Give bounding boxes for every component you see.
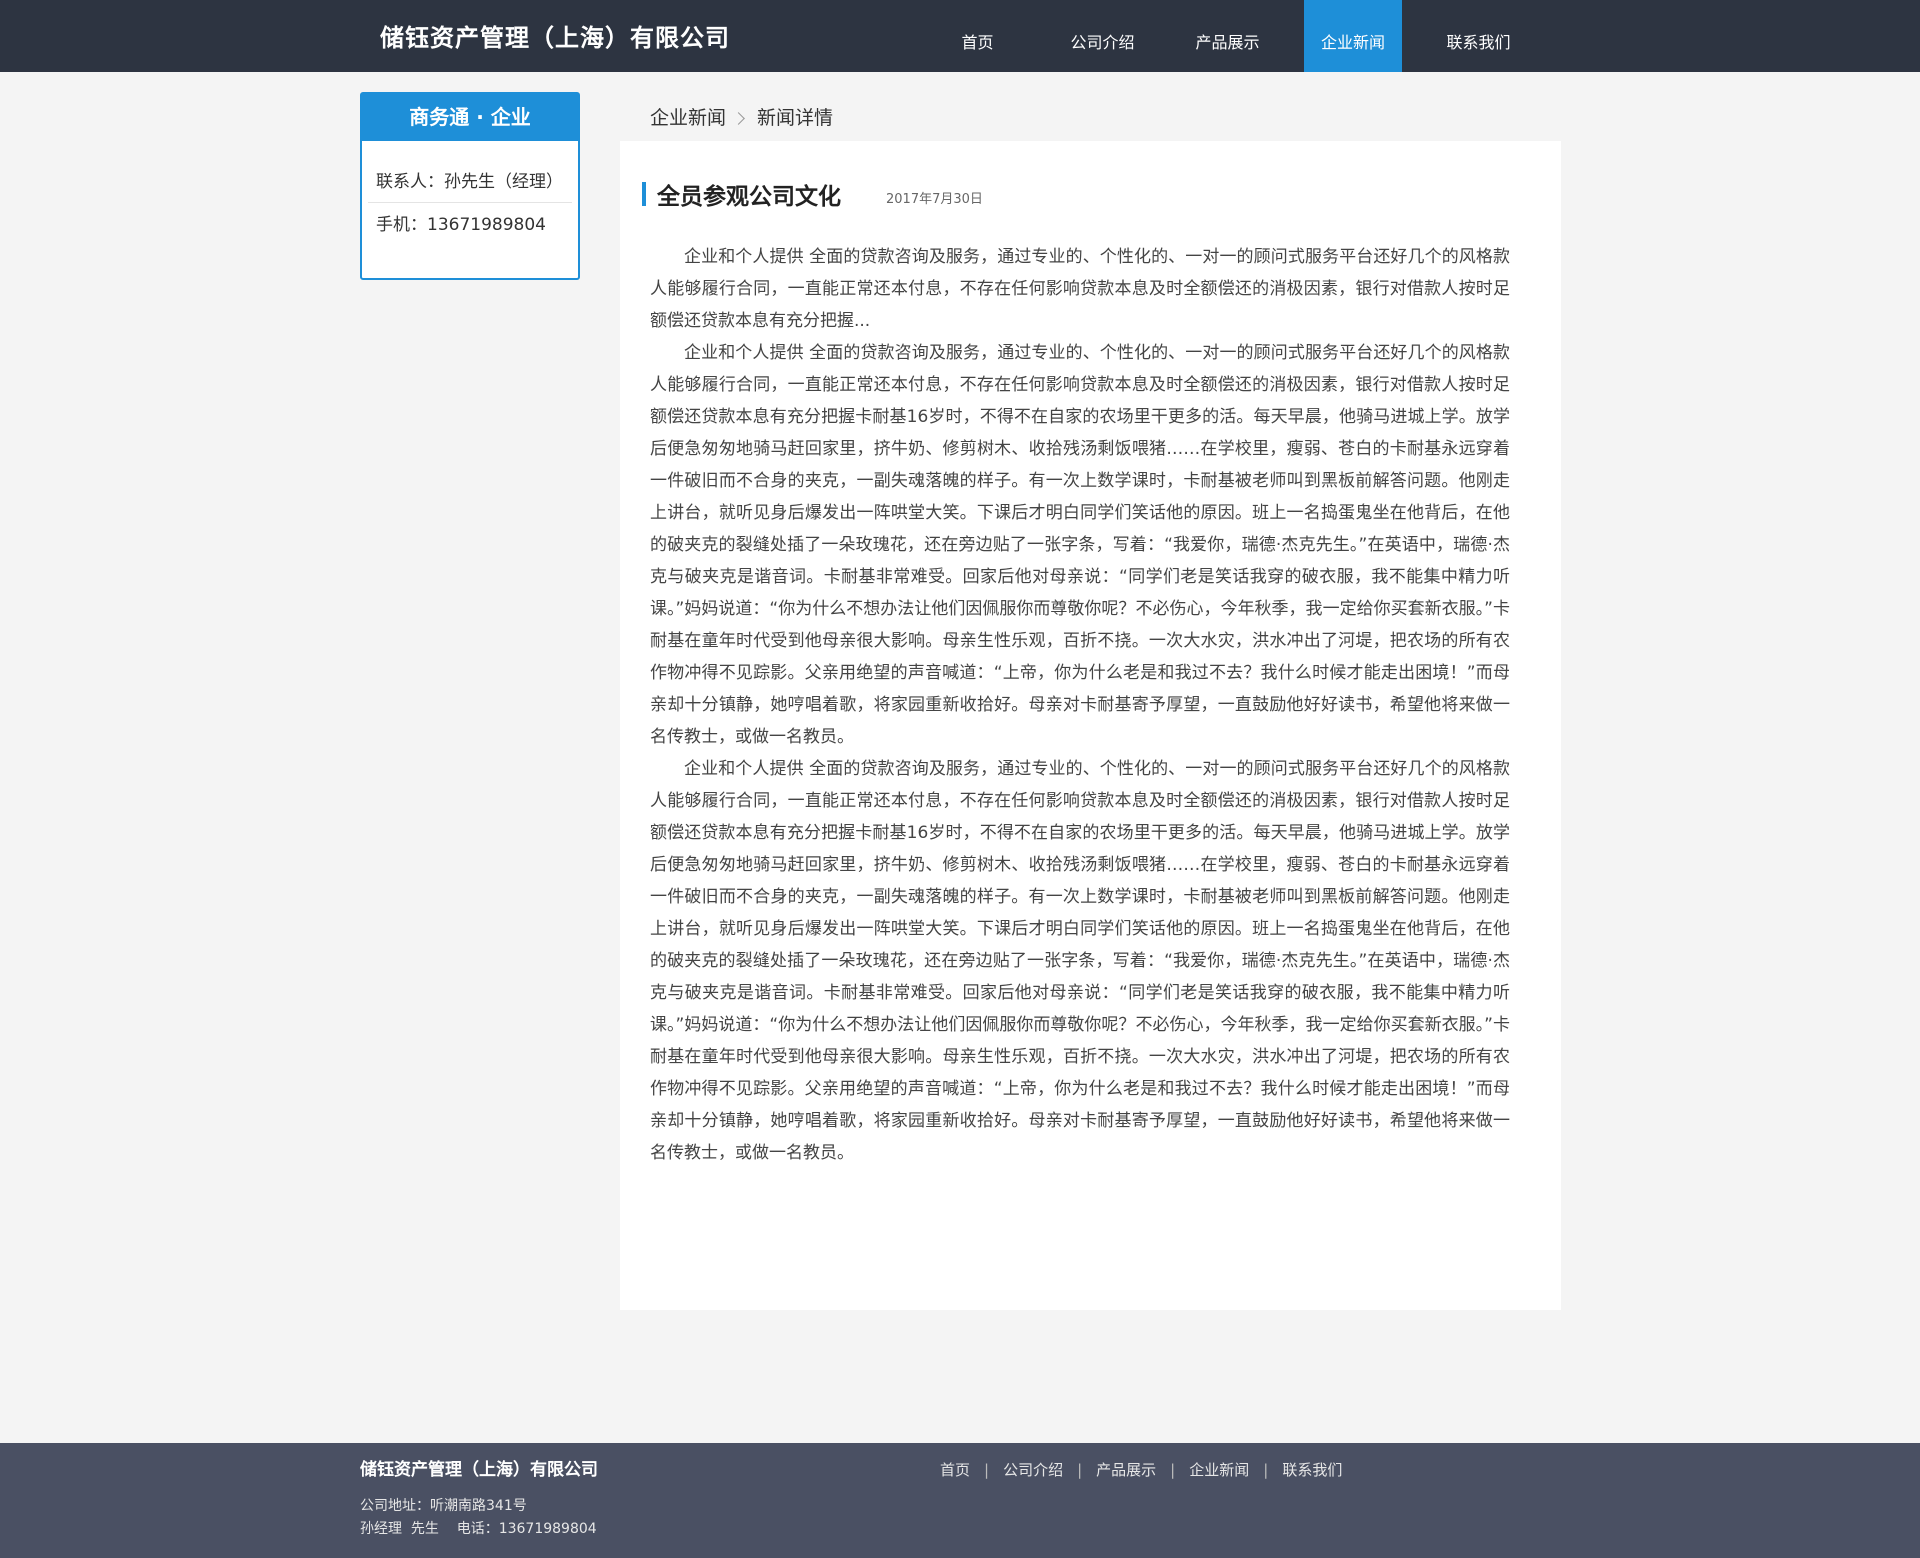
- article-panel: 全员参观公司文化 2017年7月30日 企业和个人提供 全面的贷款咨询及服务，通…: [620, 141, 1561, 1310]
- footer-contact: 孙经理 先生 电话：13671989804: [360, 1521, 597, 1537]
- footer-address: 公司地址：听潮南路341号: [360, 1498, 527, 1514]
- title-accent-bar: [642, 182, 646, 206]
- site-header: 储钰资产管理（上海）有限公司 首页 公司介绍 产品展示 企业新闻 联系我们: [0, 0, 1920, 72]
- footer-company: 储钰资产管理（上海）有限公司: [360, 1460, 598, 1480]
- footer-link-contact[interactable]: 联系我们: [1282, 1459, 1342, 1480]
- article-paragraph: 企业和个人提供 全面的贷款咨询及服务，通过专业的、个性化的、一对一的顾问式服务平…: [650, 247, 1510, 331]
- site-footer: 储钰资产管理（上海）有限公司 公司地址：听潮南路341号 孙经理 先生 电话：1…: [0, 1443, 1920, 1558]
- article-header: 全员参观公司文化 2017年7月30日: [642, 181, 983, 210]
- footer-link-products[interactable]: 产品展示: [1096, 1459, 1156, 1480]
- sidebar-title: 商务通 · 企业: [362, 94, 578, 141]
- footer-separator: |: [1077, 1460, 1083, 1479]
- article-paragraph: 企业和个人提供 全面的贷款咨询及服务，通过专业的、个性化的、一对一的顾问式服务平…: [650, 343, 1510, 747]
- footer-separator: |: [1263, 1460, 1269, 1479]
- nav-item-news[interactable]: 企业新闻: [1304, 0, 1402, 72]
- footer-separator: |: [984, 1460, 990, 1479]
- article-title: 全员参观公司文化: [657, 184, 841, 210]
- nav-item-about[interactable]: 公司介绍: [1040, 0, 1165, 72]
- main-nav: 首页 公司介绍 产品展示 企业新闻 联系我们: [915, 0, 1541, 72]
- nav-item-contact[interactable]: 联系我们: [1416, 0, 1541, 72]
- footer-link-home[interactable]: 首页: [940, 1459, 970, 1480]
- sidebar-contact-person: 联系人：孙先生（经理）: [368, 141, 572, 203]
- footer-nav: 首页 | 公司介绍 | 产品展示 | 企业新闻 | 联系我们: [940, 1459, 1342, 1480]
- breadcrumb-current: 新闻详情: [757, 107, 834, 129]
- article-body: 企业和个人提供 全面的贷款咨询及服务，通过专业的、个性化的、一对一的顾问式服务平…: [650, 241, 1510, 1169]
- sidebar-phone: 手机：13671989804: [376, 215, 546, 235]
- article-paragraph: 企业和个人提供 全面的贷款咨询及服务，通过专业的、个性化的、一对一的顾问式服务平…: [650, 759, 1510, 1163]
- footer-link-about[interactable]: 公司介绍: [1003, 1459, 1063, 1480]
- sidebar-contact-card: 商务通 · 企业 联系人：孙先生（经理） 手机：13671989804: [360, 92, 580, 280]
- breadcrumb: 企业新闻 新闻详情: [650, 103, 833, 133]
- breadcrumb-section[interactable]: 企业新闻: [650, 103, 726, 133]
- nav-item-products[interactable]: 产品展示: [1165, 0, 1290, 72]
- footer-separator: |: [1170, 1460, 1176, 1479]
- chevron-right-icon: [732, 111, 745, 125]
- site-logo[interactable]: 储钰资产管理（上海）有限公司: [380, 0, 730, 72]
- footer-link-news[interactable]: 企业新闻: [1189, 1459, 1249, 1480]
- nav-item-home[interactable]: 首页: [915, 0, 1040, 72]
- article-date: 2017年7月30日: [886, 191, 983, 207]
